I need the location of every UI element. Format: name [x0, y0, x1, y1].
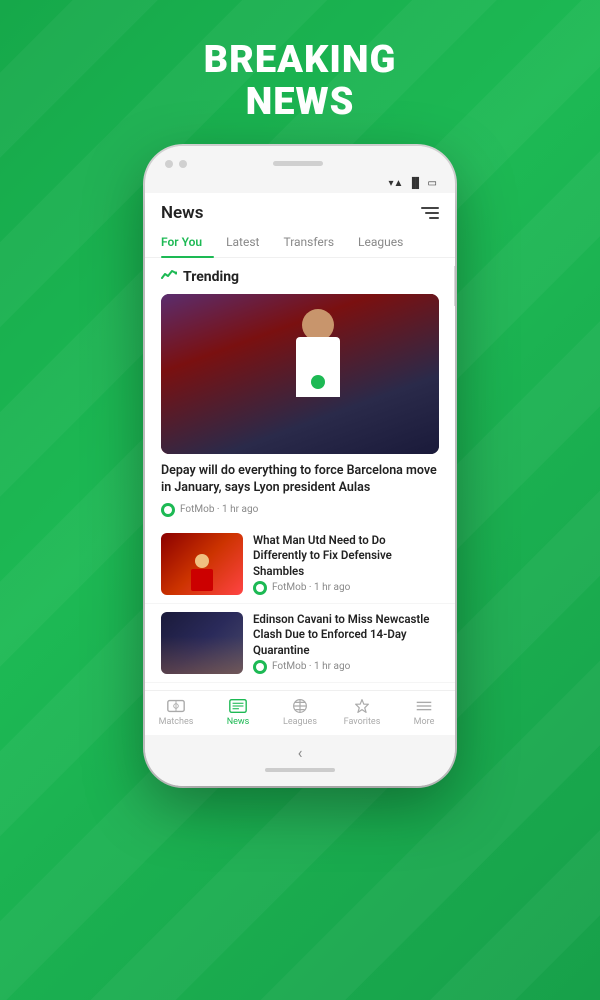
filter-line-3 [429, 217, 439, 219]
camera-dot-2 [179, 160, 187, 168]
player-figure [273, 309, 363, 454]
phone-bottom-bar: ‹ [145, 735, 455, 786]
breaking-news-title: BREAKING NEWS [204, 40, 397, 124]
leagues-icon [289, 697, 311, 715]
trending-icon [161, 268, 177, 286]
wifi-icon: ▾▲ [388, 178, 403, 189]
nav-news[interactable]: News [216, 697, 260, 727]
featured-article[interactable]: Depay will do everything to force Barcel… [145, 454, 455, 521]
side-button [454, 266, 455, 306]
nav-matches[interactable]: Matches [154, 697, 198, 727]
fotmob-logo [161, 503, 175, 517]
fotmob-logo-inner-1 [256, 584, 264, 592]
article-item-2[interactable]: Edinson Cavani to Miss Newcastle Clash D… [145, 604, 455, 683]
article-item-1[interactable]: What Man Utd Need to Do Differently to F… [145, 525, 455, 604]
article-source-2: FotMob · 1 hr ago [272, 661, 350, 672]
nav-leagues[interactable]: Leagues [278, 697, 322, 727]
news-icon [227, 697, 249, 715]
app-header: News [145, 193, 455, 229]
more-icon [413, 697, 435, 715]
player-torso [296, 337, 340, 397]
fotmob-logo-inner-2 [256, 663, 264, 671]
matches-label: Matches [159, 717, 194, 727]
tab-transfers[interactable]: Transfers [271, 229, 346, 257]
article-content-1: What Man Utd Need to Do Differently to F… [253, 533, 439, 595]
featured-article-meta: FotMob · 1 hr ago [161, 503, 439, 517]
tab-latest[interactable]: Latest [214, 229, 271, 257]
signal-icon: ▐▌ [408, 178, 422, 189]
article-list: What Man Utd Need to Do Differently to F… [145, 521, 455, 687]
tab-for-you[interactable]: For You [161, 229, 214, 257]
article-meta-2: FotMob · 1 hr ago [253, 660, 439, 674]
featured-article-image[interactable] [161, 294, 439, 454]
status-bar: ▾▲ ▐▌ ▭ [145, 176, 455, 193]
app-title: News [161, 203, 203, 223]
matches-icon [165, 697, 187, 715]
filter-button[interactable] [421, 207, 439, 219]
article-meta-1: FotMob · 1 hr ago [253, 581, 439, 595]
fotmob-logo-inner [164, 506, 172, 514]
article-thumb-1 [161, 533, 243, 595]
thumb-image-2 [161, 612, 243, 674]
favorites-icon [351, 697, 373, 715]
tab-leagues[interactable]: Leagues [346, 229, 415, 257]
article-source-1: FotMob · 1 hr ago [272, 582, 350, 593]
phone-mockup: ▾▲ ▐▌ ▭ News For You Latest Transfers Le… [145, 146, 455, 786]
nav-favorites[interactable]: Favorites [340, 697, 384, 727]
camera-dot [165, 160, 173, 168]
battery-icon: ▭ [428, 178, 437, 189]
featured-source: FotMob · 1 hr ago [180, 504, 258, 515]
trending-label: Trending [183, 269, 239, 285]
phone-cameras [165, 160, 187, 168]
home-indicator[interactable] [265, 768, 335, 772]
coach-body [191, 569, 213, 591]
app-screen: News For You Latest Transfers Leagues Tr… [145, 193, 455, 735]
coach-head [195, 554, 209, 568]
article-title-2: Edinson Cavani to Miss Newcastle Clash D… [253, 612, 439, 659]
page-header: BREAKING NEWS [204, 0, 397, 124]
nav-tabs: For You Latest Transfers Leagues [145, 229, 455, 258]
thumb-image-1 [161, 533, 243, 595]
back-button[interactable]: ‹ [298, 743, 303, 762]
favorites-label: Favorites [344, 717, 381, 727]
fotmob-logo-1 [253, 581, 267, 595]
leagues-label: Leagues [283, 717, 317, 727]
news-label: News [227, 717, 250, 727]
more-label: More [414, 717, 435, 727]
trending-section-header: Trending [145, 258, 455, 294]
phone-speaker [273, 161, 323, 166]
filter-line-1 [421, 207, 439, 209]
featured-article-title: Depay will do everything to force Barcel… [161, 462, 439, 497]
article-title-1: What Man Utd Need to Do Differently to F… [253, 533, 439, 580]
article-content-2: Edinson Cavani to Miss Newcastle Clash D… [253, 612, 439, 674]
jersey-logo [311, 375, 325, 389]
filter-line-2 [425, 212, 439, 214]
coach-figure [191, 554, 213, 591]
fotmob-logo-2 [253, 660, 267, 674]
article-thumb-2 [161, 612, 243, 674]
bottom-navigation: Matches News [145, 690, 455, 735]
phone-top-bar [145, 146, 455, 176]
nav-more[interactable]: More [402, 697, 446, 727]
